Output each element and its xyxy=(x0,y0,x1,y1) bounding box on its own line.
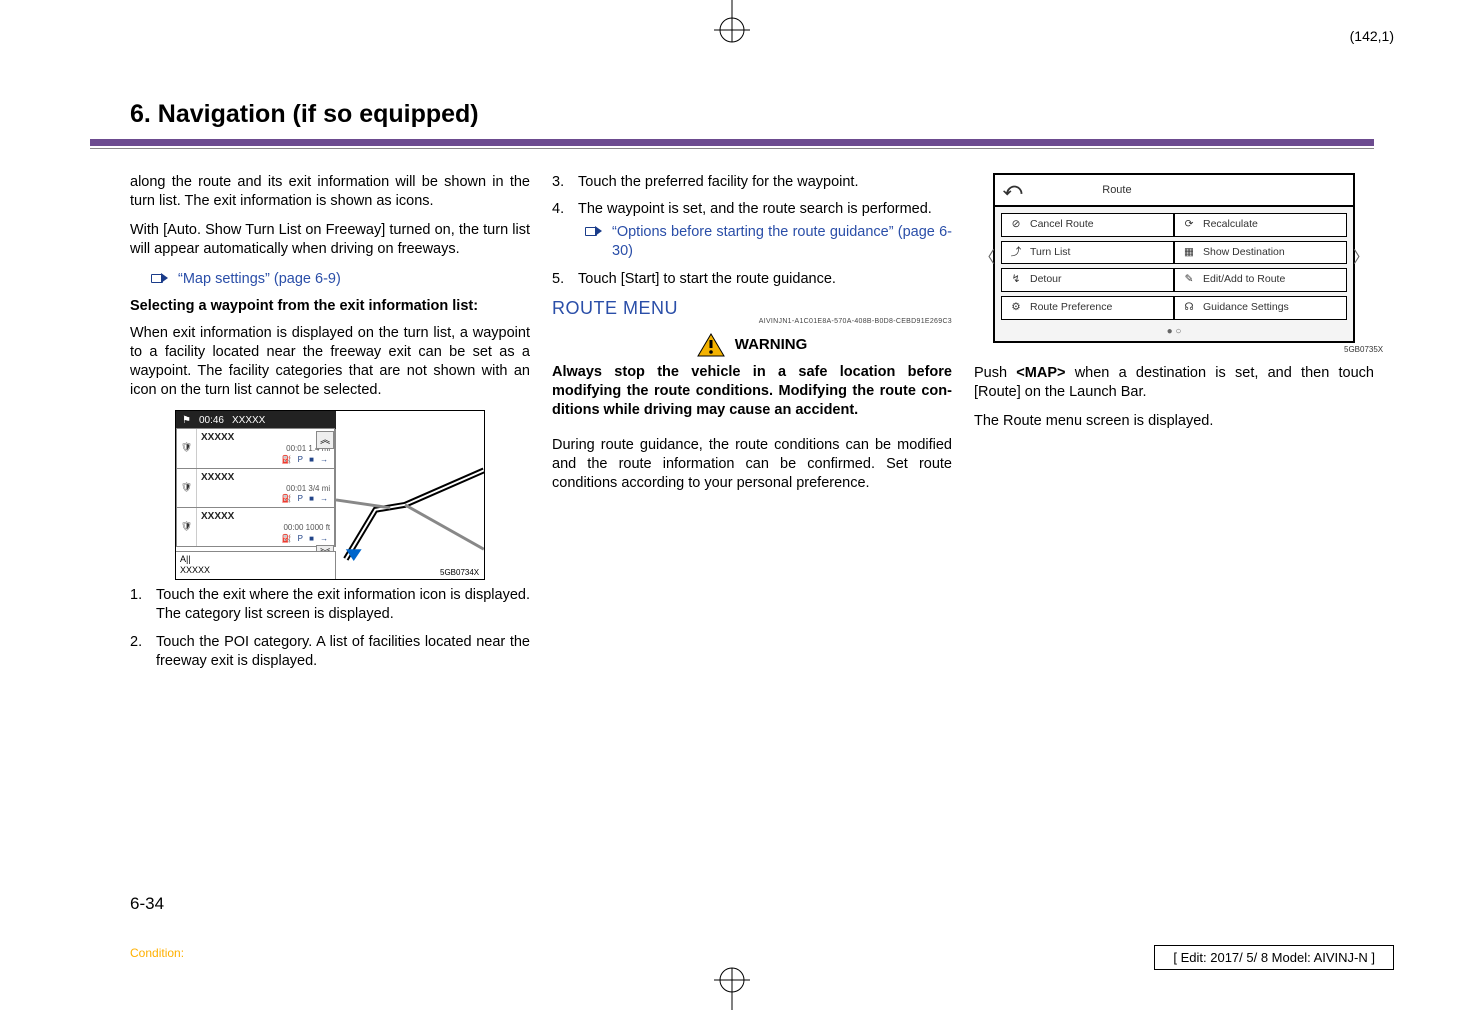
route-cell: ⚙Route Preference xyxy=(1001,296,1174,320)
condition-label: Condition: xyxy=(130,946,184,960)
figure-turn-list: ⚑ 00:46 XXXXX 🛡 XXXXX 00:01 1.4 mi ⛽ P ■… xyxy=(175,410,485,580)
scroll-up-icon: ︽ xyxy=(316,431,334,449)
pointer-icon xyxy=(584,223,606,237)
chevron-left-icon: 〈 xyxy=(979,247,995,268)
page-number: 6-34 xyxy=(130,894,164,914)
turn-list-row: 🛡 XXXXX 00:00 1000 ft ⛽ P ■ → xyxy=(176,507,335,547)
turn-list-row: 🛡 XXXXX 00:01 1.4 mi ⛽ P ■ → xyxy=(176,428,335,468)
paragraph: With [Auto. Show Turn List on Freeway] t… xyxy=(130,221,530,259)
list-text: The waypoint is set, and the route searc… xyxy=(578,201,932,217)
list-number: 5. xyxy=(552,270,566,289)
turn-list-bottom: A|| XXXXX xyxy=(176,551,336,580)
figure-route-menu: 〈 〉 ⤺ Route ⊘Cancel Route ⟳Recalculate ⤴… xyxy=(993,173,1355,343)
warning-body: Always stop the vehicle in a safe locati… xyxy=(552,363,952,420)
warning-title: WARNING xyxy=(735,335,808,355)
paragraph: Push <MAP> when a destination is set, an… xyxy=(974,364,1374,402)
back-arrow-icon: ⤺ xyxy=(1003,178,1022,202)
list-item: 4. The waypoint is set, and the route se… xyxy=(552,200,952,261)
guidance-icon: ☊ xyxy=(1181,301,1197,315)
numbered-list: 1. Touch the exit where the exit informa… xyxy=(130,586,530,671)
paragraph: The Route menu screen is displayed. xyxy=(974,412,1374,431)
figure-label: 5GB0735X xyxy=(1344,345,1383,354)
xref-link[interactable]: “Map settings” (page 6-9) xyxy=(130,270,530,289)
edit-icon: ✎ xyxy=(1181,273,1197,287)
turnlist-icon: ⤴ xyxy=(1008,246,1024,260)
subheading: Selecting a waypoint from the exit infor… xyxy=(130,297,530,316)
route-title: Route xyxy=(1102,183,1131,198)
numbered-list: 3. Touch the preferred facility for the … xyxy=(552,173,952,289)
detour-icon: ↯ xyxy=(1008,273,1024,287)
list-number: 4. xyxy=(552,200,566,261)
column-2: 3. Touch the preferred facility for the … xyxy=(552,173,952,679)
recalc-icon: ⟳ xyxy=(1181,218,1197,232)
turn-list-row: 🛡 XXXXX 00:01 3/4 mi ⛽ P ■ → xyxy=(176,468,335,508)
column-3: 〈 〉 ⤺ Route ⊘Cancel Route ⟳Recalculate ⤴… xyxy=(974,173,1374,679)
xref-text: “Map settings” (page 6-9) xyxy=(178,270,341,289)
cancel-icon: ⊘ xyxy=(1008,218,1024,232)
map-button-label: <MAP> xyxy=(1016,365,1065,381)
dest-icon: ▦ xyxy=(1181,246,1197,260)
list-number: 3. xyxy=(552,173,566,192)
figure-label: 5GB0734X xyxy=(440,568,479,579)
warning-icon xyxy=(697,333,725,357)
topbar-dest: XXXXX xyxy=(232,414,265,427)
list-number: 1. xyxy=(130,586,144,624)
crop-mark-bottom xyxy=(709,964,755,1010)
list-text: Touch [Start] to start the route gui­dan… xyxy=(578,270,952,289)
route-cell: ▦Show Destination xyxy=(1174,241,1347,265)
list-item: 5. Touch [Start] to start the route gui­… xyxy=(552,270,952,289)
topbar-time: 00:46 xyxy=(199,414,224,427)
flag-icon: ⚑ xyxy=(182,414,191,427)
edit-info-box: [ Edit: 2017/ 5/ 8 Model: AIVINJ-N ] xyxy=(1154,945,1394,970)
column-1: along the route and its exit information… xyxy=(130,173,530,679)
route-cell: ⊘Cancel Route xyxy=(1001,213,1174,237)
map-thumbnail xyxy=(336,411,484,579)
warning-header: WARNING xyxy=(552,333,952,357)
list-text: Touch the exit where the exit informa­ti… xyxy=(156,586,530,624)
route-cell: ☊Guidance Settings xyxy=(1174,296,1347,320)
paragraph: When exit information is displayed on th… xyxy=(130,324,530,401)
crop-mark-top xyxy=(709,0,755,46)
route-cell: ↯Detour xyxy=(1001,268,1174,292)
page-dots: ● ○ xyxy=(995,325,1353,338)
xref-link[interactable]: “Options before starting the route guida… xyxy=(578,223,952,261)
chevron-right-icon: 〉 xyxy=(1353,247,1369,268)
list-number: 2. xyxy=(130,633,144,671)
paragraph: During route guidance, the route condi­t… xyxy=(552,436,952,493)
list-text: Touch the POI category. A list of facili… xyxy=(156,633,530,671)
pointer-icon xyxy=(150,270,172,284)
list-item: 3. Touch the preferred facility for the … xyxy=(552,173,952,192)
paragraph: along the route and its exit information… xyxy=(130,173,530,211)
chapter-title: 6. Navigation (if so equipped) xyxy=(90,100,1374,129)
settings-icon: ⚙ xyxy=(1008,301,1024,315)
title-rule xyxy=(90,139,1374,151)
page-coordinate: (142,1) xyxy=(1350,28,1394,44)
route-cell: ⤴Turn List xyxy=(1001,241,1174,265)
route-cell: ⟳Recalculate xyxy=(1174,213,1347,237)
list-item: 1. Touch the exit where the exit informa… xyxy=(130,586,530,624)
route-cell: ✎Edit/Add to Route xyxy=(1174,268,1347,292)
list-text: Touch the preferred facility for the way… xyxy=(578,173,952,192)
list-item: 2. Touch the POI category. A list of fac… xyxy=(130,633,530,671)
xref-text: “Options before starting the route guida… xyxy=(612,223,952,261)
